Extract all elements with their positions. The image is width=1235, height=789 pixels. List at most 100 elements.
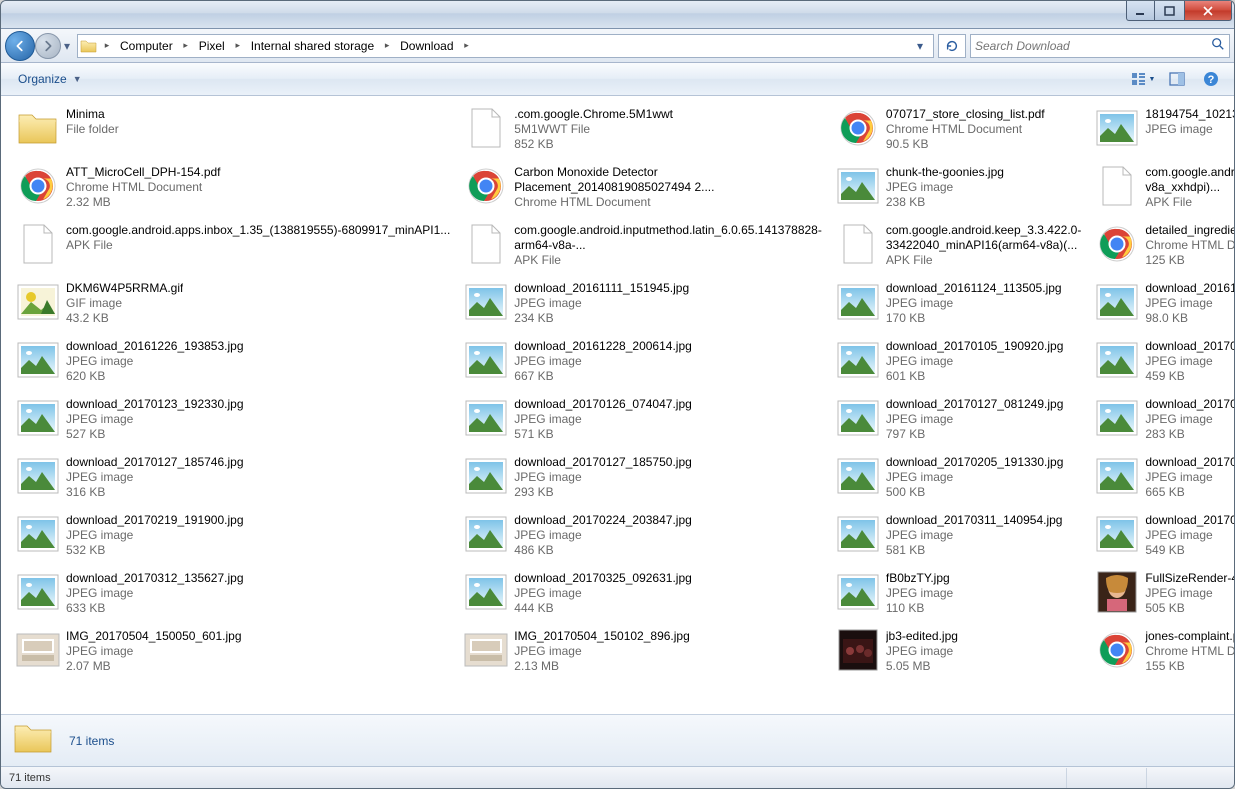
file-item[interactable]: download_20161124_153158.jpgJPEG image98…	[1090, 277, 1234, 333]
file-item[interactable]: download_20170205_191330.jpgJPEG image50…	[831, 451, 1086, 507]
file-name: 070717_store_closing_list.pdf	[886, 107, 1045, 122]
file-item[interactable]: FullSizeRender-46.jpgJPEG image505 KB	[1090, 567, 1234, 623]
close-button[interactable]	[1184, 1, 1232, 21]
file-item[interactable]: download_20170312_135627.jpgJPEG image63…	[11, 567, 455, 623]
maximize-button[interactable]	[1155, 1, 1184, 21]
breadcrumb-sep[interactable]: ▸	[231, 35, 245, 57]
file-item[interactable]: 18194754_10213144815883821_3769698132894…	[1090, 103, 1234, 159]
file-name: IMG_20170504_150050_601.jpg	[66, 629, 242, 644]
file-item[interactable]: download_20170127_185741.jpgJPEG image28…	[1090, 393, 1234, 449]
file-item[interactable]: ATT_MicroCell_DPH-154.pdfChrome HTML Doc…	[11, 161, 455, 217]
chevron-down-icon: ▼	[73, 74, 82, 84]
jpeg-icon	[464, 570, 508, 614]
jpeg-icon	[16, 338, 60, 382]
file-item[interactable]: MinimaFile folder	[11, 103, 455, 159]
file-type: JPEG image	[1145, 412, 1234, 427]
file-item[interactable]: download_20170127_081249.jpgJPEG image79…	[831, 393, 1086, 449]
nav-history-dropdown[interactable]: ▾	[61, 36, 73, 56]
file-size: 486 KB	[514, 543, 692, 558]
file-size: 505 KB	[1145, 601, 1234, 616]
file-list[interactable]: MinimaFile folder.com.google.Chrome.5M1w…	[1, 97, 1234, 714]
preview-pane-button[interactable]	[1162, 67, 1192, 91]
file-size: 2.32 MB	[66, 195, 221, 210]
file-item[interactable]: download_20170126_074047.jpgJPEG image57…	[459, 393, 827, 449]
file-size: 852 KB	[514, 137, 673, 152]
breadcrumb-download[interactable]: Download	[396, 35, 457, 57]
file-size: 125 KB	[1145, 253, 1234, 268]
file-size: 549 KB	[1145, 543, 1234, 558]
minimize-button[interactable]	[1126, 1, 1155, 21]
breadcrumb-internal-storage[interactable]: Internal shared storage	[247, 35, 378, 57]
file-item[interactable]: download_20170127_185750.jpgJPEG image29…	[459, 451, 827, 507]
file-item[interactable]: download_20161226_193853.jpgJPEG image62…	[11, 335, 455, 391]
address-bar[interactable]: ▸ Computer ▸ Pixel ▸ Internal shared sto…	[77, 34, 934, 58]
file-item[interactable]: download_20170311_141002.jpgJPEG image54…	[1090, 509, 1234, 565]
jpeg-icon	[836, 396, 880, 440]
forward-button[interactable]	[35, 33, 61, 59]
file-item[interactable]: download_20161111_151945.jpgJPEG image23…	[459, 277, 827, 333]
file-item[interactable]: IMG_20170504_150102_896.jpgJPEG image2.1…	[459, 625, 827, 681]
jpeg-icon	[836, 164, 880, 208]
file-size: 581 KB	[886, 543, 1063, 558]
toolbar: Organize ▼ ▼ ?	[1, 63, 1234, 96]
chevron-down-icon: ▼	[1149, 76, 1156, 83]
file-item[interactable]: download_20161124_113505.jpgJPEG image17…	[831, 277, 1086, 333]
breadcrumb-sep[interactable]: ▸	[179, 35, 193, 57]
organize-button[interactable]: Organize ▼	[9, 67, 91, 91]
file-item[interactable]: download_20170325_092631.jpgJPEG image44…	[459, 567, 827, 623]
help-button[interactable]: ?	[1196, 67, 1226, 91]
file-item[interactable]: download_20170123_192330.jpgJPEG image52…	[11, 393, 455, 449]
file-type: JPEG image	[66, 470, 244, 485]
file-name: DKM6W4P5RRMA.gif	[66, 281, 183, 296]
breadcrumb-sep[interactable]: ▸	[460, 35, 474, 57]
file-item[interactable]: jb3-edited.jpgJPEG image5.05 MB	[831, 625, 1086, 681]
file-item[interactable]: download_20170127_185746.jpgJPEG image31…	[11, 451, 455, 507]
file-item[interactable]: jones-complaint.pdfChrome HTML Document1…	[1090, 625, 1234, 681]
titlebar[interactable]	[1, 1, 1234, 29]
file-item[interactable]: download_20170105_190920.jpgJPEG image60…	[831, 335, 1086, 391]
file-item[interactable]: download_20170224_203847.jpgJPEG image48…	[459, 509, 827, 565]
file-item[interactable]: com.google.android.inputmethod.latin_6.0…	[459, 219, 827, 275]
jpeg-icon	[16, 396, 60, 440]
file-item[interactable]: download_20161228_200614.jpgJPEG image66…	[459, 335, 827, 391]
file-item[interactable]: com.google.android.apps.fireball_11.0.02…	[1090, 161, 1234, 217]
breadcrumb-root-sep[interactable]: ▸	[100, 35, 114, 57]
breadcrumb-sep[interactable]: ▸	[380, 35, 394, 57]
search-box[interactable]	[970, 34, 1230, 58]
address-dropdown[interactable]: ▾	[909, 35, 931, 57]
organize-label: Organize	[18, 72, 67, 86]
file-item[interactable]: DKM6W4P5RRMA.gifGIF image43.2 KB	[11, 277, 455, 333]
file-item[interactable]: download_20170311_140954.jpgJPEG image58…	[831, 509, 1086, 565]
file-item[interactable]: chunk-the-goonies.jpgJPEG image238 KB	[831, 161, 1086, 217]
jpeg-icon	[464, 512, 508, 556]
file-size: 601 KB	[886, 369, 1064, 384]
jpeg-icon	[16, 570, 60, 614]
back-button[interactable]	[5, 31, 35, 61]
file-item[interactable]: download_20170219_191900.jpgJPEG image53…	[11, 509, 455, 565]
file-item[interactable]: download_20170207_191603.jpgJPEG image66…	[1090, 451, 1234, 507]
file-name: download_20170219_191900.jpg	[66, 513, 244, 528]
jpeg-icon	[464, 338, 508, 382]
file-size: 571 KB	[514, 427, 692, 442]
search-input[interactable]	[975, 39, 1207, 53]
file-name: download_20170127_185741.jpg	[1145, 397, 1234, 412]
view-button[interactable]: ▼	[1128, 67, 1158, 91]
file-item[interactable]: 070717_store_closing_list.pdfChrome HTML…	[831, 103, 1086, 159]
file-name: com.google.android.keep_3.3.422.0-334220…	[886, 223, 1081, 253]
file-item[interactable]: com.google.android.keep_3.3.422.0-334220…	[831, 219, 1086, 275]
file-type: JPEG image	[1145, 296, 1234, 311]
file-item[interactable]: download_20170121_200659.jpgJPEG image45…	[1090, 335, 1234, 391]
file-item[interactable]: IMG_20170504_150050_601.jpgJPEG image2.0…	[11, 625, 455, 681]
file-item[interactable]: fB0bzTY.jpgJPEG image110 KB	[831, 567, 1086, 623]
breadcrumb-computer[interactable]: Computer	[116, 35, 177, 57]
file-size: 459 KB	[1145, 369, 1234, 384]
file-item[interactable]: .com.google.Chrome.5M1wwt5M1WWT File852 …	[459, 103, 827, 159]
breadcrumb-pixel[interactable]: Pixel	[195, 35, 229, 57]
file-item[interactable]: Carbon Monoxide Detector Placement_20140…	[459, 161, 827, 217]
refresh-button[interactable]	[938, 34, 966, 58]
file-type: JPEG image	[1145, 470, 1234, 485]
file-type: Chrome HTML Document	[1145, 644, 1234, 659]
file-item[interactable]: com.google.android.apps.inbox_1.35_(1388…	[11, 219, 455, 275]
file-item[interactable]: detailed_ingredient_info_2.pdfChrome HTM…	[1090, 219, 1234, 275]
file-name: download_20170205_191330.jpg	[886, 455, 1064, 470]
